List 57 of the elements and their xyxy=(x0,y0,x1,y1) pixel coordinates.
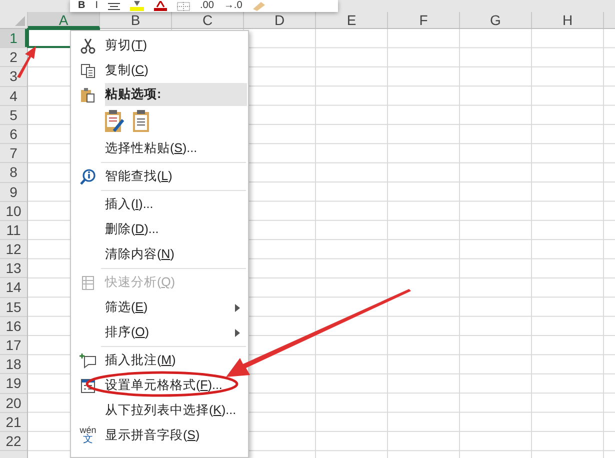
row-header[interactable]: 12 xyxy=(0,240,27,260)
scissors-icon xyxy=(80,38,96,54)
magnifier-info-icon xyxy=(80,168,96,184)
row-header[interactable]: 22 xyxy=(0,432,27,452)
table-icon xyxy=(80,274,96,290)
row-header[interactable]: 13 xyxy=(0,259,27,278)
column-header[interactable]: F xyxy=(388,12,460,28)
column-header[interactable]: G xyxy=(460,12,532,28)
menu-item[interactable]: 智能查找(L) xyxy=(105,167,248,186)
paste-formatting-icon[interactable] xyxy=(103,109,125,133)
row-header[interactable]: 7 xyxy=(0,144,27,164)
pinyin-icon: wén 文 xyxy=(80,426,96,445)
align-icon[interactable] xyxy=(108,2,120,10)
toolbar-button[interactable]: B xyxy=(78,1,86,11)
toolbar-button[interactable]: .00 xyxy=(200,1,214,11)
toolbar-button[interactable]: →.0 xyxy=(224,1,242,11)
paste-values-icon[interactable] xyxy=(131,109,151,133)
clipboard-icon xyxy=(80,86,96,102)
menu-item: 快速分析(Q) xyxy=(105,274,176,292)
annotation-arrow xyxy=(17,46,36,78)
row-header[interactable]: 11 xyxy=(0,220,27,240)
column-header[interactable]: H xyxy=(532,12,604,28)
row-header[interactable]: 14 xyxy=(0,278,27,298)
row-header[interactable]: 4 xyxy=(0,86,27,106)
comment-plus-icon xyxy=(79,352,97,368)
row-header[interactable]: 15 xyxy=(0,298,27,317)
row-header[interactable]: 20 xyxy=(0,394,27,413)
row-header[interactable]: 9 xyxy=(0,182,27,202)
menu-item[interactable]: 剪切(T) xyxy=(105,36,248,55)
menu-item[interactable]: 筛选(E) xyxy=(105,298,248,317)
row-header[interactable]: 8 xyxy=(0,163,27,182)
row-header[interactable]: 5 xyxy=(0,106,27,125)
copy-icon xyxy=(80,62,96,78)
menu-item[interactable]: 显示拼音字段(S) xyxy=(105,426,248,445)
toolbar-button[interactable]: I xyxy=(95,1,98,11)
menu-item[interactable]: 清除内容(N) xyxy=(105,245,248,264)
row-header[interactable]: 17 xyxy=(0,336,27,356)
menu-item[interactable]: 复制(C) xyxy=(105,61,248,80)
menu-item[interactable]: 设置单元格格式(F)... xyxy=(105,376,248,395)
row-header[interactable]: 18 xyxy=(0,355,27,374)
menu-item[interactable]: 排序(O) xyxy=(105,323,248,342)
row-header[interactable]: 1 xyxy=(0,29,27,48)
row-header[interactable]: 16 xyxy=(0,316,27,336)
row-header[interactable]: 21 xyxy=(0,412,27,432)
row-header[interactable]: 10 xyxy=(0,202,27,221)
column-header[interactable]: A xyxy=(28,12,100,28)
menu-item[interactable]: 插入(I)... xyxy=(105,195,248,214)
borders-icon[interactable] xyxy=(177,2,190,10)
menu-section-header: 粘贴选项: xyxy=(105,83,247,106)
font-color-icon[interactable] xyxy=(154,1,168,11)
fill-color-icon[interactable] xyxy=(130,1,144,11)
row-header[interactable]: 6 xyxy=(0,124,27,144)
menu-item[interactable]: 插入批注(M) xyxy=(105,351,248,370)
row-header[interactable]: 19 xyxy=(0,374,27,394)
menu-item[interactable]: 删除(D)... xyxy=(105,220,248,239)
menu-item[interactable]: 从下拉列表中选择(K)... xyxy=(105,401,248,420)
menu-item[interactable]: 选择性粘贴(S)... xyxy=(105,139,248,158)
